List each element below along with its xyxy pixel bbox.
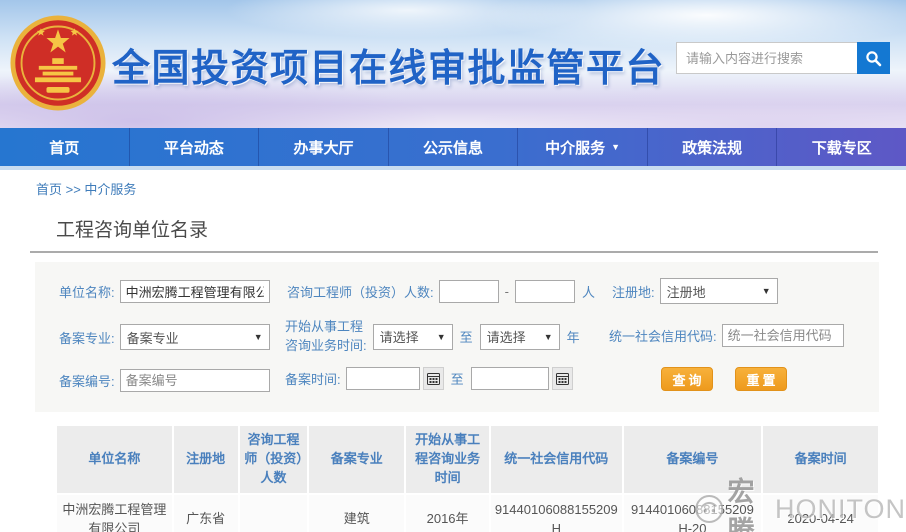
credit-code-input[interactable] — [722, 324, 844, 347]
business-start-label-line2: 咨询业务时间: — [285, 338, 367, 353]
main-nav: 首页 平台动态 办事大厅 公示信息 中介服务 ▼ 政策法规 下载专区 — [0, 128, 906, 166]
business-start-label: 开始从事工程 咨询业务时间: — [285, 318, 367, 356]
field-business-start: 开始从事工程 咨询业务时间: 请选择 ▼ 至 请选择 ▼ 年 — [285, 318, 587, 356]
site-header: 全国投资项目在线审批监管平台 — [0, 0, 906, 128]
credit-code-label: 统一社会信用代码: — [609, 326, 717, 345]
table-header-cell: 备案编号 — [624, 426, 762, 493]
table-header-cell: 开始从事工程咨询业务时间 — [406, 426, 489, 493]
title-divider — [30, 251, 878, 253]
field-record-no: 备案编号: — [59, 369, 270, 392]
query-form: 单位名称: 咨询工程师（投资）人数: - 人 注册地: 注册地 ▼ 备案专业: … — [35, 262, 879, 412]
business-start-unit: 年 — [567, 327, 580, 346]
reset-button[interactable]: 重置 — [735, 367, 787, 391]
chevron-down-icon: ▼ — [437, 332, 446, 342]
table-header-cell: 咨询工程师（投资）人数 — [240, 426, 308, 493]
record-major-select[interactable]: 备案专业 ▼ — [120, 324, 270, 350]
nav-item-public-info[interactable]: 公示信息 — [389, 128, 519, 166]
chevron-down-icon: ▼ — [611, 143, 620, 152]
calendar-icon[interactable] — [423, 367, 444, 390]
range-separator: - — [505, 284, 509, 299]
site-search-button[interactable] — [857, 42, 890, 74]
unit-name-label: 单位名称: — [59, 282, 115, 301]
nav-item-policies[interactable]: 政策法规 — [648, 128, 778, 166]
site-title: 全国投资项目在线审批监管平台 — [112, 37, 665, 92]
table-cell-record-time: 2020-04-24 — [763, 495, 878, 532]
record-no-label: 备案编号: — [59, 371, 115, 390]
search-icon — [865, 50, 882, 67]
table-header-cell: 单位名称 — [57, 426, 172, 493]
field-engineer-count: 咨询工程师（投资）人数: - 人 — [287, 280, 602, 303]
field-unit-name: 单位名称: — [59, 280, 270, 303]
form-buttons: 查询 重置 — [661, 367, 787, 391]
table-header-row: 单位名称 注册地 咨询工程师（投资）人数 备案专业 开始从事工程咨询业务时间 统… — [57, 426, 878, 493]
field-credit-code: 统一社会信用代码: — [609, 324, 844, 347]
query-button[interactable]: 查询 — [661, 367, 713, 391]
nav-bottom-strip — [0, 166, 906, 170]
table-cell-engineer-count — [240, 495, 308, 532]
business-start-to-select[interactable]: 请选择 ▼ — [480, 324, 560, 350]
nav-item-label: 中介服务 — [545, 137, 605, 158]
calendar-icon[interactable] — [552, 367, 573, 390]
table-header-cell: 备案专业 — [309, 426, 404, 493]
table-header-cell: 注册地 — [174, 426, 238, 493]
record-time-between: 至 — [451, 369, 464, 388]
page: 全国投资项目在线审批监管平台 首页 平台动态 办事大厅 公示信息 中介服务 ▼ … — [0, 0, 906, 532]
chevron-down-icon: ▼ — [254, 332, 263, 342]
record-time-label: 备案时间: — [285, 369, 341, 388]
nav-item-home[interactable]: 首页 — [0, 128, 130, 166]
site-search — [676, 42, 890, 74]
register-area-selected: 注册地 — [667, 282, 706, 301]
record-major-label: 备案专业: — [59, 328, 115, 347]
nav-item-label: 首页 — [49, 137, 79, 158]
engineer-count-unit: 人 — [582, 282, 595, 301]
nav-item-label: 公示信息 — [423, 137, 483, 158]
business-start-between: 至 — [460, 327, 473, 346]
record-time-from-input[interactable] — [346, 367, 420, 390]
nav-item-label: 下载专区 — [812, 137, 872, 158]
table-cell-record-no: 91440106088155209H-20 — [624, 495, 762, 532]
register-area-select[interactable]: 注册地 ▼ — [660, 278, 778, 304]
table-cell-unit-name: 中洲宏腾工程管理有限公司 — [57, 495, 172, 532]
nav-item-downloads[interactable]: 下载专区 — [777, 128, 906, 166]
business-start-from-select[interactable]: 请选择 ▼ — [373, 324, 453, 350]
table-cell-credit-code: 91440106088155209H — [491, 495, 622, 532]
register-area-label: 注册地: — [612, 282, 655, 301]
business-start-to-selected: 请选择 — [487, 327, 526, 346]
engineer-count-max-input[interactable] — [515, 280, 575, 303]
table-header-cell: 统一社会信用代码 — [491, 426, 622, 493]
field-record-major: 备案专业: 备案专业 ▼ — [59, 324, 270, 350]
site-search-input[interactable] — [676, 42, 857, 74]
table-cell-business-start: 2016年 — [406, 495, 489, 532]
record-major-selected: 备案专业 — [127, 328, 179, 347]
nav-item-label: 政策法规 — [682, 137, 742, 158]
field-register-area: 注册地: 注册地 ▼ — [612, 278, 778, 304]
business-start-label-line1: 开始从事工程 — [285, 319, 363, 334]
nav-item-label: 平台动态 — [164, 137, 224, 158]
nav-item-service-hall[interactable]: 办事大厅 — [259, 128, 389, 166]
record-time-to-input[interactable] — [471, 367, 549, 390]
field-record-time: 备案时间: 至 — [285, 367, 573, 390]
record-no-input[interactable] — [120, 369, 270, 392]
unit-name-input[interactable] — [120, 280, 270, 303]
chevron-down-icon: ▼ — [544, 332, 553, 342]
table-row: 中洲宏腾工程管理有限公司 广东省 建筑 2016年 91440106088155… — [57, 495, 878, 532]
table-cell-record-major: 建筑 — [309, 495, 404, 532]
national-emblem-icon — [10, 12, 106, 114]
business-start-from-selected: 请选择 — [380, 327, 419, 346]
table-header-cell: 备案时间 — [763, 426, 878, 493]
breadcrumb[interactable]: 首页 >> 中介服务 — [36, 179, 136, 198]
page-title: 工程咨询单位名录 — [56, 215, 208, 242]
nav-item-platform-news[interactable]: 平台动态 — [130, 128, 260, 166]
nav-item-intermediary-services[interactable]: 中介服务 ▼ — [518, 128, 648, 166]
table-cell-register-area: 广东省 — [174, 495, 238, 532]
results-table: 单位名称 注册地 咨询工程师（投资）人数 备案专业 开始从事工程咨询业务时间 统… — [55, 424, 880, 532]
chevron-down-icon: ▼ — [762, 286, 771, 296]
engineer-count-label: 咨询工程师（投资）人数: — [287, 282, 434, 301]
engineer-count-min-input[interactable] — [439, 280, 499, 303]
nav-item-label: 办事大厅 — [293, 137, 353, 158]
